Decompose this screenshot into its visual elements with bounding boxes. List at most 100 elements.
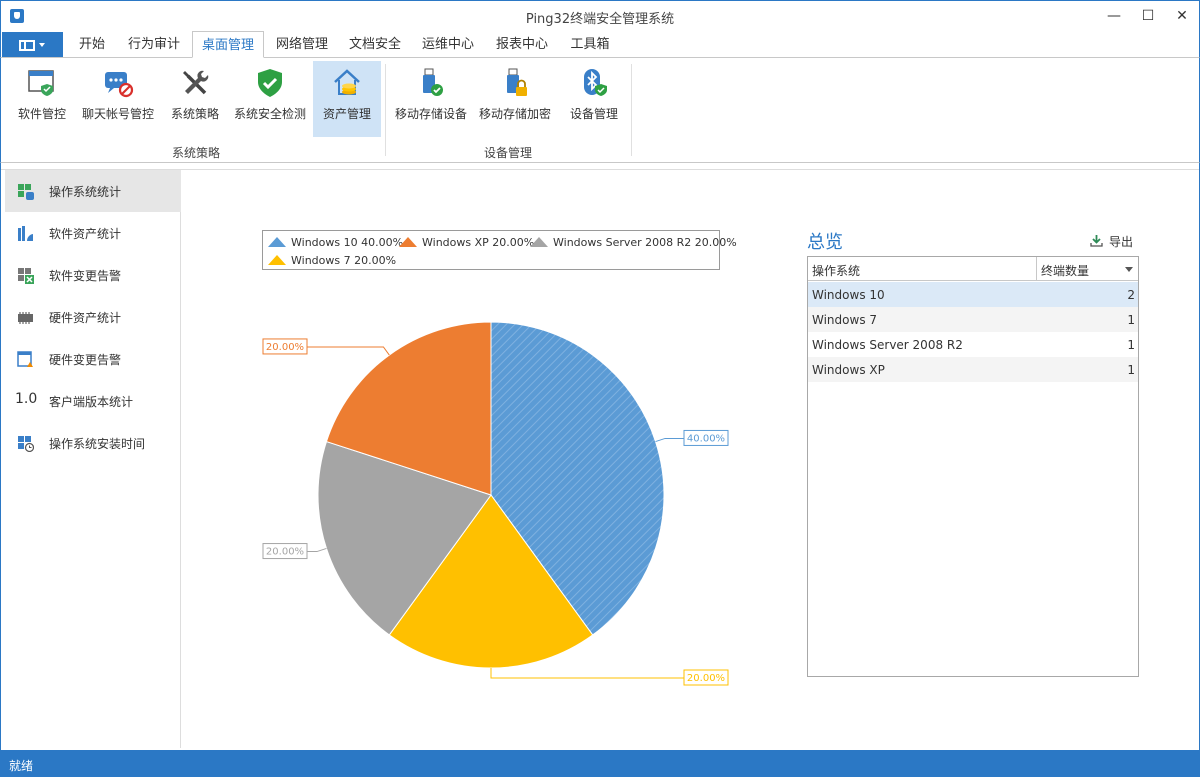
sidebar-item-label: 操作系统安装时间 — [49, 437, 146, 451]
menu-tab-bar: 开始 行为审计 桌面管理 网络管理 文档安全 运维中心 报表中心 工具箱 — [0, 31, 1200, 58]
table-row[interactable]: Windows 7 1 — [808, 307, 1138, 332]
cell-os: Windows 7 — [812, 313, 878, 327]
data-label: 20.00% — [687, 673, 725, 684]
removable-storage-encryption-label: 移动存储加密 — [478, 107, 551, 121]
asset-management-label: 资产管理 — [322, 107, 371, 121]
shield-check-icon — [258, 69, 282, 97]
legend-item-windows-10: Windows 10 40.00% — [267, 236, 403, 249]
sidebar-item-label: 客户端版本统计 — [49, 395, 134, 409]
tab-document-security[interactable]: 文档安全 — [342, 31, 408, 58]
column-header-os[interactable]: 操作系统 — [812, 262, 860, 279]
data-label: 20.00% — [266, 547, 304, 558]
cell-count: 1 — [1127, 313, 1135, 327]
group-label-system-policy: 系统策略 — [171, 146, 220, 160]
device-management-button[interactable]: 设备管理 — [562, 61, 626, 137]
ribbon-content-spacer — [1, 163, 1199, 170]
chart-legend: Windows 10 40.00% Windows XP 20.00% Wind… — [262, 230, 737, 270]
sidebar-item-software-change-alert[interactable]: 软件变更告警 — [5, 254, 181, 296]
version-icon: 1.0 — [15, 391, 38, 407]
sidebar-item-hardware-assets[interactable]: 硬件资产统计 — [5, 296, 181, 338]
cell-os: Windows XP — [812, 363, 885, 377]
cell-count: 1 — [1127, 338, 1135, 352]
column-divider — [1036, 257, 1037, 281]
tab-network-management[interactable]: 网络管理 — [269, 31, 335, 58]
windows-stats-icon — [18, 184, 34, 200]
tab-report-center[interactable]: 报表中心 — [489, 31, 555, 58]
title-bar: Ping32终端安全管理系统 — ☐ ✕ — [0, 0, 1200, 31]
data-label-leader — [307, 547, 327, 553]
legend-item-windows-xp: Windows XP 20.00% — [398, 236, 534, 249]
data-label: 40.00% — [687, 433, 725, 444]
data-label-leader — [307, 346, 390, 356]
cell-count: 2 — [1127, 288, 1135, 302]
close-button[interactable]: ✕ — [1165, 1, 1199, 31]
column-header-count[interactable]: 终端数量 — [1041, 262, 1089, 279]
table-row[interactable]: Windows 10 2 — [808, 282, 1138, 307]
removable-storage-label: 移动存储设备 — [394, 107, 467, 121]
cell-os: Windows 10 — [812, 288, 885, 302]
layout-icon — [19, 40, 35, 51]
sidebar-item-os-install-time[interactable]: 操作系统安装时间 — [5, 422, 181, 464]
chevron-down-icon — [39, 43, 45, 47]
sidebar: 操作系统统计 软件资产统计 软件变更告警 硬件资产统计 硬件变更告警 1.0 客… — [1, 170, 181, 748]
chip-icon — [18, 312, 33, 324]
legend-swatch — [267, 254, 287, 266]
legend-item-windows-7: Windows 7 20.00% — [267, 254, 396, 267]
chat-account-control-button[interactable]: 聊天帐号管控 — [76, 61, 160, 137]
sidebar-item-label: 软件变更告警 — [49, 269, 122, 283]
overview-title: 总览 — [807, 232, 843, 253]
sidebar-item-label: 软件资产统计 — [49, 227, 122, 241]
software-chart-icon — [18, 226, 33, 241]
tab-behavior-audit[interactable]: 行为审计 — [121, 31, 187, 58]
sidebar-item-hardware-change-alert[interactable]: 硬件变更告警 — [5, 338, 181, 380]
legend-text: Windows 10 40.00% — [291, 236, 404, 249]
ribbon: 软件管控 聊天帐号管控 系统策略 系统安全检测 资产管理 系统策略 移动存储设备… — [0, 57, 1200, 163]
status-bar: 就绪 — [0, 750, 1200, 777]
window-title: Ping32终端安全管理系统 — [525, 12, 675, 27]
data-label-leader — [490, 668, 684, 679]
legend-text: Windows Server 2008 R2 20.00% — [553, 236, 737, 249]
maximize-button[interactable]: ☐ — [1131, 1, 1165, 31]
windows-clock-icon — [18, 436, 34, 452]
minimize-button[interactable]: — — [1097, 1, 1131, 31]
tab-ops-center[interactable]: 运维中心 — [415, 31, 481, 58]
usb-lock-icon — [507, 68, 527, 96]
system-security-check-button[interactable]: 系统安全检测 — [230, 61, 310, 137]
legend-swatch — [398, 236, 418, 248]
system-policy-label: 系统策略 — [170, 107, 219, 121]
software-control-button[interactable]: 软件管控 — [11, 61, 73, 137]
tab-desktop-management[interactable]: 桌面管理 — [192, 31, 264, 58]
data-label-leader — [655, 437, 684, 443]
bluetooth-shield-icon — [584, 69, 607, 96]
system-security-check-label: 系统安全检测 — [233, 107, 306, 121]
sidebar-item-software-assets[interactable]: 软件资产统计 — [5, 212, 181, 254]
sidebar-item-label: 硬件变更告警 — [49, 353, 122, 367]
legend-swatch — [267, 236, 287, 248]
legend-item-windows-server-2008-r2: Windows Server 2008 R2 20.00% — [529, 236, 737, 249]
sort-desc-icon[interactable] — [1125, 267, 1133, 272]
app-menu-button[interactable] — [2, 32, 63, 58]
tab-start[interactable]: 开始 — [68, 31, 116, 58]
export-label: 导出 — [1109, 235, 1134, 249]
legend-text: Windows XP 20.00% — [422, 236, 535, 249]
legend-text: Windows 7 20.00% — [291, 254, 397, 267]
removable-storage-button[interactable]: 移动存储设备 — [392, 61, 470, 137]
house-coins-icon — [334, 69, 360, 95]
sidebar-item-client-version[interactable]: 1.0 客户端版本统计 — [5, 380, 181, 422]
sidebar-item-os-statistics[interactable]: 操作系统统计 — [5, 170, 181, 212]
system-policy-button[interactable]: 系统策略 — [163, 61, 227, 137]
tools-icon — [183, 70, 209, 95]
chat-account-control-label: 聊天帐号管控 — [81, 107, 154, 121]
chat-block-icon — [105, 72, 134, 98]
table-row[interactable]: Windows XP 1 — [808, 357, 1138, 382]
overview-table: 操作系统 终端数量 Windows 10 2 Windows 7 1 Windo… — [807, 256, 1139, 677]
asset-management-button[interactable]: 资产管理 — [313, 61, 381, 137]
data-label: 20.00% — [266, 342, 304, 353]
hardware-alert-icon — [17, 351, 33, 367]
table-row[interactable]: Windows Server 2008 R2 1 — [808, 332, 1138, 357]
window-shield-icon — [28, 70, 54, 96]
usb-check-icon — [423, 68, 443, 96]
removable-storage-encryption-button[interactable]: 移动存储加密 — [475, 61, 555, 137]
tab-toolbox[interactable]: 工具箱 — [562, 31, 618, 58]
cell-count: 1 — [1127, 363, 1135, 377]
